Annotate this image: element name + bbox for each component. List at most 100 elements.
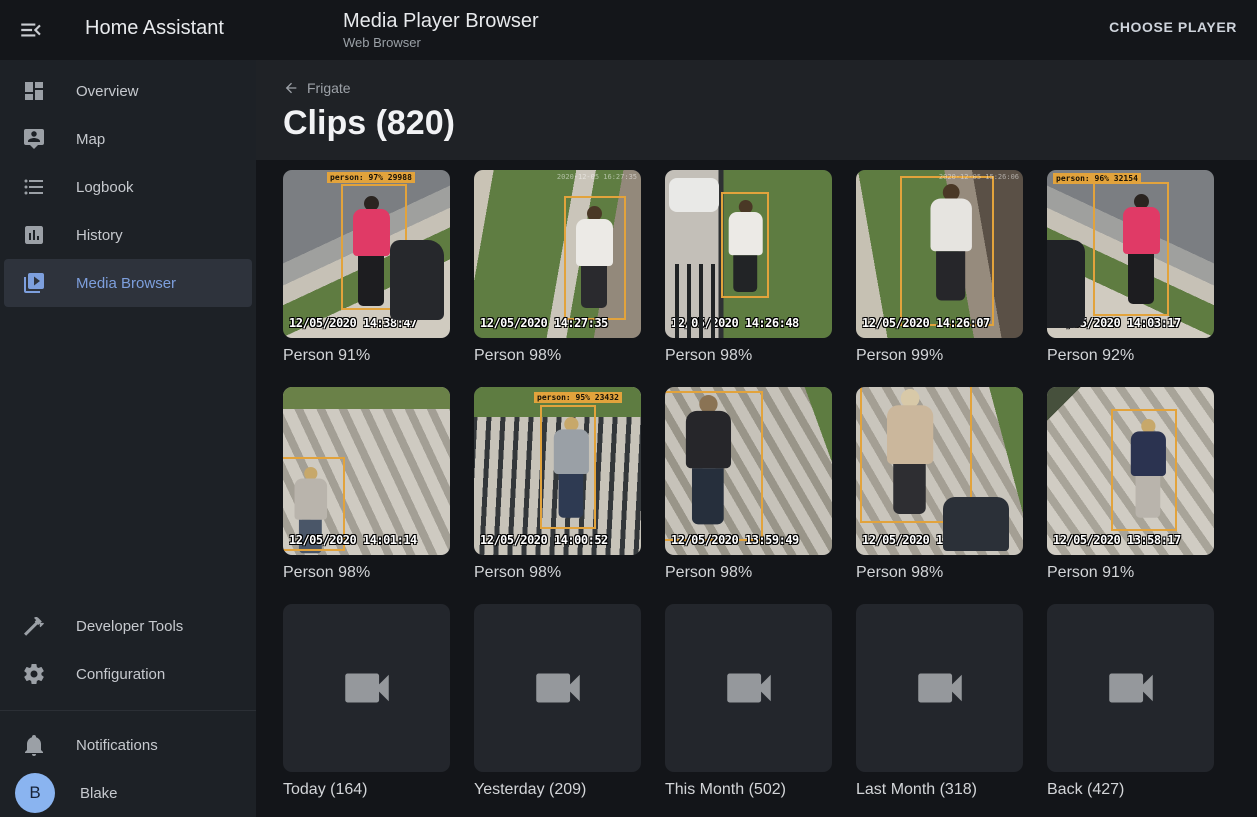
folder-label: Last Month (318)	[856, 781, 1023, 799]
camera-timestamp: 2020-12-05 15:26:06	[939, 173, 1019, 181]
clip-label: Person 98%	[665, 347, 832, 365]
video-icon	[911, 659, 969, 717]
clip-cell: person: 97% 29988 12/05/2020 14:38:47 Pe…	[283, 170, 450, 365]
choose-player-button[interactable]: CHOOSE PLAYER	[1109, 19, 1237, 35]
clip-cell: 2020-12-05 15:26:06 12/05/2020 14:26:07 …	[856, 170, 1023, 365]
clip-cell: 12/05/2020 14:01:14 Person 98%	[283, 387, 450, 582]
detection-tag: person: 97% 29988	[327, 172, 415, 183]
folder-yesterday[interactable]	[474, 604, 641, 772]
clip-photo: 12/05/2020 13:58:17	[1047, 387, 1214, 555]
clip-thumbnail[interactable]: person: 97% 29988 12/05/2020 14:38:47	[283, 170, 450, 338]
sidebar-item-map[interactable]: Map	[4, 115, 252, 163]
folder-back[interactable]	[1047, 604, 1214, 772]
clip-photo: 2020-12-05 15:26:06 12/05/2020 14:26:07	[856, 170, 1023, 338]
user-name: Blake	[80, 785, 118, 802]
clip-label: Person 98%	[856, 564, 1023, 582]
sidebar-item-label: Map	[76, 131, 105, 148]
view-dashboard-icon	[22, 79, 46, 103]
folder-label: Back (427)	[1047, 781, 1214, 799]
breadcrumb[interactable]: Frigate	[283, 80, 351, 96]
clip-thumbnail[interactable]: 12/05/2020 13:58:30	[856, 387, 1023, 555]
video-icon	[529, 659, 587, 717]
clip-thumbnail[interactable]: 12/05/2020 14:01:14	[283, 387, 450, 555]
detection-tag: person: 96% 32154	[1053, 173, 1141, 184]
page-title: Clips (820)	[283, 104, 1230, 143]
sidebar-item-label: Notifications	[76, 737, 158, 754]
detection-bbox	[341, 184, 407, 310]
media-header: Frigate Clips (820)	[256, 60, 1257, 160]
sidebar-item-logbook[interactable]: Logbook	[4, 163, 252, 211]
sidebar: Overview Map Logbook History Media Brows…	[0, 60, 256, 817]
sidebar-item-media-browser[interactable]: Media Browser	[4, 259, 252, 307]
clip-photo: 12/05/2020 14:26:48	[665, 170, 832, 338]
detection-tag: person: 95% 23432	[534, 392, 622, 403]
clip-thumbnail[interactable]: 12/05/2020 13:58:17	[1047, 387, 1214, 555]
gear-icon	[22, 662, 46, 686]
folder-label: This Month (502)	[665, 781, 832, 799]
clip-label: Person 98%	[665, 564, 832, 582]
clip-thumbnail[interactable]: 12/05/2020 14:26:48	[665, 170, 832, 338]
clip-label: Person 98%	[474, 564, 641, 582]
clip-timestamp: 12/05/2020 13:58:30	[862, 533, 990, 547]
clip-cell: 12/05/2020 13:58:17 Person 91%	[1047, 387, 1214, 582]
hammer-icon	[22, 614, 46, 638]
clip-thumbnail[interactable]: 2020-12-05 16:27:35 12/05/2020 14:27:35	[474, 170, 641, 338]
page-title: Media Player Browser	[343, 9, 539, 33]
clip-thumbnail[interactable]: 12/05/2020 13:59:49	[665, 387, 832, 555]
clip-label: Person 99%	[856, 347, 1023, 365]
clip-cell: person: 96% 32154 12/05/2020 14:03:17 Pe…	[1047, 170, 1214, 365]
sidebar-item-overview[interactable]: Overview	[4, 67, 252, 115]
page-subtitle: Web Browser	[343, 35, 539, 50]
sidebar-item-label: History	[76, 227, 123, 244]
sidebar-item-label: Developer Tools	[76, 618, 183, 635]
folder-cell: Yesterday (209)	[474, 604, 641, 799]
clip-timestamp: 12/05/2020 14:26:07	[862, 316, 990, 330]
clip-timestamp: 12/05/2020 14:00:52	[480, 533, 608, 547]
clip-photo: person: 95% 23432 12/05/2020 14:00:52	[474, 387, 641, 555]
video-icon	[720, 659, 778, 717]
folder-today[interactable]	[283, 604, 450, 772]
clip-timestamp: 12/05/2020 13:59:49	[671, 533, 799, 547]
menu-open-icon[interactable]	[18, 17, 44, 43]
video-icon	[1102, 659, 1160, 717]
sidebar-item-notifications[interactable]: Notifications	[4, 721, 252, 769]
clip-cell: 12/05/2020 13:59:49 Person 98%	[665, 387, 832, 582]
clip-label: Person 91%	[283, 347, 450, 365]
clips-grid: person: 97% 29988 12/05/2020 14:38:47 Pe…	[256, 160, 1257, 799]
clip-thumbnail[interactable]: 2020-12-05 15:26:06 12/05/2020 14:26:07	[856, 170, 1023, 338]
sidebar-item-label: Overview	[76, 83, 139, 100]
clip-timestamp: 12/05/2020 14:38:47	[289, 316, 417, 330]
arrow-left-icon	[283, 80, 299, 96]
sidebar-item-configuration[interactable]: Configuration	[4, 650, 252, 698]
sidebar-item-label: Logbook	[76, 179, 134, 196]
detection-bbox	[665, 391, 763, 541]
clip-thumbnail[interactable]: person: 95% 23432 12/05/2020 14:00:52	[474, 387, 641, 555]
folder-last-month[interactable]	[856, 604, 1023, 772]
folder-cell: Back (427)	[1047, 604, 1214, 799]
sidebar-item-user[interactable]: B Blake	[4, 769, 252, 817]
sidebar-item-label: Configuration	[76, 666, 165, 683]
detection-bbox	[564, 196, 626, 320]
clip-timestamp: 12/05/2020 14:01:14	[289, 533, 417, 547]
folder-cell: This Month (502)	[665, 604, 832, 799]
sidebar-item-label: Media Browser	[76, 275, 176, 292]
clip-label: Person 98%	[283, 564, 450, 582]
clip-thumbnail[interactable]: person: 96% 32154 12/05/2020 14:03:17	[1047, 170, 1214, 338]
detection-bbox	[721, 192, 769, 298]
app-bar: Home Assistant Media Player Browser Web …	[0, 0, 1257, 60]
sidebar-bottom: Developer Tools Configuration Notificati…	[0, 602, 256, 817]
sidebar-item-developer-tools[interactable]: Developer Tools	[4, 602, 252, 650]
detection-bbox	[1093, 182, 1169, 316]
clip-photo: 12/05/2020 13:58:30	[856, 387, 1023, 555]
folder-label: Today (164)	[283, 781, 450, 799]
folder-cell: Last Month (318)	[856, 604, 1023, 799]
detection-bbox	[900, 176, 994, 326]
clip-photo: 12/05/2020 14:01:14	[283, 387, 450, 555]
bell-icon	[22, 733, 46, 757]
clip-cell: 12/05/2020 14:26:48 Person 98%	[665, 170, 832, 365]
folder-this-month[interactable]	[665, 604, 832, 772]
sidebar-item-history[interactable]: History	[4, 211, 252, 259]
video-icon	[338, 659, 396, 717]
clip-photo: person: 96% 32154 12/05/2020 14:03:17	[1047, 170, 1214, 338]
clip-label: Person 91%	[1047, 564, 1214, 582]
